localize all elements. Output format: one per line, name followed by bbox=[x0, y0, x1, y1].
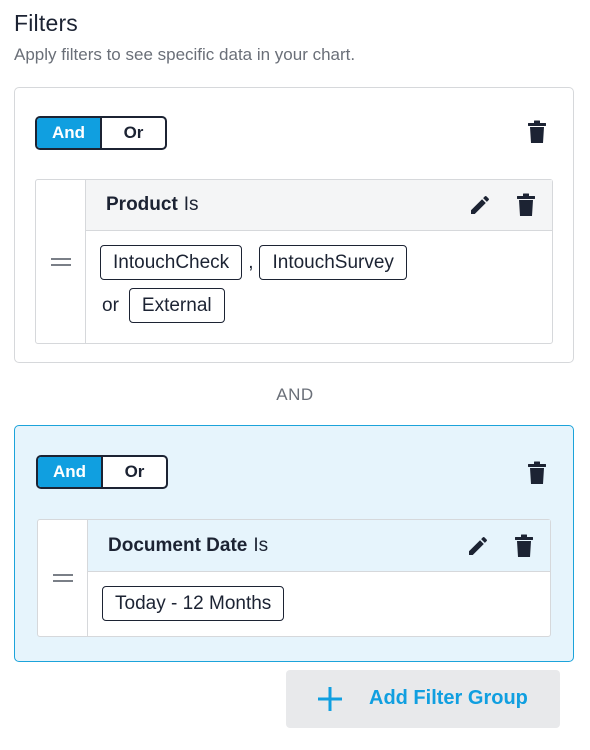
rule-values: IntouchCheck , IntouchSurvey or External bbox=[86, 231, 552, 343]
page-subtitle: Apply filters to see specific data in yo… bbox=[14, 45, 356, 64]
and-or-toggle[interactable]: And Or bbox=[36, 455, 168, 489]
add-filter-group-button[interactable]: Add Filter Group bbox=[286, 670, 560, 728]
delete-rule-icon[interactable] bbox=[514, 534, 534, 558]
drag-handle[interactable] bbox=[36, 180, 86, 343]
filter-group-2: And Or Document Date Is Today - 12 Month… bbox=[14, 425, 574, 662]
value-separator: or bbox=[102, 294, 119, 316]
filter-rule: Product Is IntouchCheck , IntouchSurvey bbox=[35, 179, 553, 344]
group-joiner: AND bbox=[276, 385, 314, 404]
or-option[interactable]: Or bbox=[102, 118, 165, 148]
value-chip: IntouchCheck bbox=[100, 245, 243, 280]
drag-handle-icon bbox=[52, 574, 73, 582]
delete-group-icon[interactable] bbox=[527, 120, 547, 144]
plus-icon bbox=[318, 687, 342, 711]
and-option[interactable]: And bbox=[38, 457, 103, 487]
rule-values: Today - 12 Months bbox=[88, 572, 550, 636]
or-option[interactable]: Or bbox=[103, 457, 166, 487]
rule-field: Document Date bbox=[108, 534, 248, 556]
delete-rule-icon[interactable] bbox=[516, 193, 536, 217]
value-chip: External bbox=[128, 288, 225, 323]
filter-rule: Document Date Is Today - 12 Months bbox=[37, 519, 551, 637]
filter-group-1: And Or Product Is IntouchCheck , Intouch… bbox=[14, 87, 574, 363]
and-option[interactable]: And bbox=[37, 118, 102, 148]
drag-handle[interactable] bbox=[38, 520, 88, 636]
value-chip: Today - 12 Months bbox=[102, 586, 285, 621]
add-filter-group-label: Add Filter Group bbox=[369, 687, 528, 709]
rule-field: Product bbox=[106, 194, 178, 215]
rule-header: Product Is bbox=[86, 180, 552, 231]
value-separator: , bbox=[248, 251, 254, 273]
page-title: Filters bbox=[14, 10, 79, 36]
edit-icon[interactable] bbox=[468, 193, 492, 217]
rule-header: Document Date Is bbox=[88, 520, 550, 572]
and-or-toggle[interactable]: And Or bbox=[35, 116, 167, 150]
edit-icon[interactable] bbox=[466, 534, 490, 558]
value-chip: IntouchSurvey bbox=[259, 245, 407, 280]
delete-group-icon[interactable] bbox=[527, 461, 547, 485]
rule-operator: Is bbox=[253, 534, 269, 556]
drag-handle-icon bbox=[50, 257, 71, 266]
rule-operator: Is bbox=[183, 194, 199, 215]
